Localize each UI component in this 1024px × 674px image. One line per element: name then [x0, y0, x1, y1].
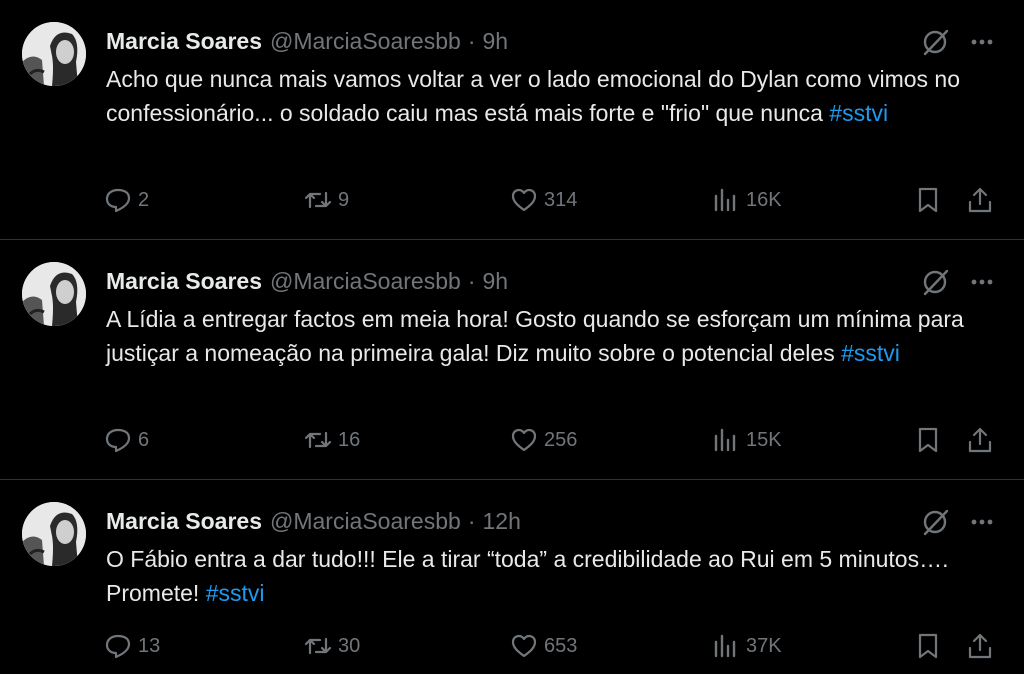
tweet-body: A Lídia a entregar factos em meia hora! …	[106, 306, 964, 366]
bookmark-button[interactable]	[914, 186, 942, 214]
author-handle[interactable]: @MarciaSoaresbb	[270, 268, 461, 295]
bookmark-button[interactable]	[914, 426, 942, 454]
like-count: 653	[544, 634, 578, 657]
retweet-count: 16	[338, 428, 361, 451]
share-button[interactable]	[966, 186, 994, 214]
views-icon	[714, 188, 736, 212]
share-icon	[968, 633, 992, 659]
reply-button[interactable]: 2	[104, 186, 149, 214]
more-icon[interactable]	[966, 506, 998, 538]
tweet-text: A Lídia a entregar factos em meia hora! …	[106, 302, 986, 370]
hashtag-link[interactable]: #sstvi	[841, 340, 900, 366]
like-button[interactable]: 256	[510, 426, 577, 454]
retweet-icon	[304, 431, 332, 449]
author-name[interactable]: Marcia Soares	[106, 508, 262, 535]
bookmark-icon	[918, 427, 938, 453]
retweet-button[interactable]: 30	[304, 632, 360, 660]
share-icon	[968, 187, 992, 213]
share-button[interactable]	[966, 426, 994, 454]
author-name[interactable]: Marcia Soares	[106, 268, 262, 295]
views-icon	[714, 428, 736, 452]
retweet-button[interactable]: 16	[304, 426, 360, 454]
view-count: 15K	[746, 428, 782, 451]
hashtag-link[interactable]: #sstvi	[829, 100, 888, 126]
timestamp[interactable]: 9h	[482, 268, 508, 295]
like-count: 256	[544, 428, 578, 451]
author-handle[interactable]: @MarciaSoaresbb	[270, 508, 461, 535]
tweet[interactable]: Marcia Soares @MarciaSoaresbb · 9h Acho …	[0, 0, 1024, 240]
reply-count: 6	[138, 428, 150, 451]
timestamp[interactable]: 9h	[482, 28, 508, 55]
separator: ·	[467, 267, 476, 294]
like-count: 314	[544, 188, 578, 211]
bookmark-icon	[918, 633, 938, 659]
reply-count: 13	[138, 634, 161, 657]
timestamp[interactable]: 12h	[482, 508, 520, 535]
view-count: 37K	[746, 634, 782, 657]
tweet-text: O Fábio entra a dar tudo!!! Ele a tirar …	[106, 542, 986, 610]
like-button[interactable]: 653	[510, 632, 577, 660]
reply-icon	[105, 188, 131, 213]
views-icon	[714, 634, 736, 658]
bookmark-icon	[918, 187, 938, 213]
author-name[interactable]: Marcia Soares	[106, 28, 262, 55]
more-icon[interactable]	[966, 266, 998, 298]
author-handle[interactable]: @MarciaSoaresbb	[270, 28, 461, 55]
reply-icon	[105, 428, 131, 453]
views-button[interactable]: 16K	[712, 186, 782, 214]
reply-count: 2	[138, 188, 150, 211]
hashtag-link[interactable]: #sstvi	[206, 580, 265, 606]
view-count: 16K	[746, 188, 782, 211]
retweet-icon	[304, 191, 332, 209]
reply-button[interactable]: 6	[104, 426, 149, 454]
bookmark-button[interactable]	[914, 632, 942, 660]
like-button[interactable]: 314	[510, 186, 577, 214]
separator: ·	[467, 507, 476, 534]
separator: ·	[467, 27, 476, 54]
grok-icon[interactable]	[920, 266, 952, 298]
tweet[interactable]: Marcia Soares @MarciaSoaresbb · 9h A Líd…	[0, 240, 1024, 480]
retweet-count: 30	[338, 634, 361, 657]
views-button[interactable]: 37K	[712, 632, 782, 660]
avatar[interactable]	[22, 502, 86, 566]
more-icon[interactable]	[966, 26, 998, 58]
avatar[interactable]	[22, 22, 86, 86]
heart-icon	[511, 634, 537, 658]
tweet-text: Acho que nunca mais vamos voltar a ver o…	[106, 62, 986, 130]
views-button[interactable]: 15K	[712, 426, 782, 454]
retweet-icon	[304, 637, 332, 655]
grok-icon[interactable]	[920, 506, 952, 538]
tweet[interactable]: Marcia Soares @MarciaSoaresbb · 12h O Fá…	[0, 480, 1024, 674]
avatar[interactable]	[22, 262, 86, 326]
heart-icon	[511, 428, 537, 452]
share-icon	[968, 427, 992, 453]
grok-icon[interactable]	[920, 26, 952, 58]
retweet-count: 9	[338, 188, 350, 211]
share-button[interactable]	[966, 632, 994, 660]
reply-icon	[105, 634, 131, 659]
heart-icon	[511, 188, 537, 212]
retweet-button[interactable]: 9	[304, 186, 349, 214]
reply-button[interactable]: 13	[104, 632, 160, 660]
